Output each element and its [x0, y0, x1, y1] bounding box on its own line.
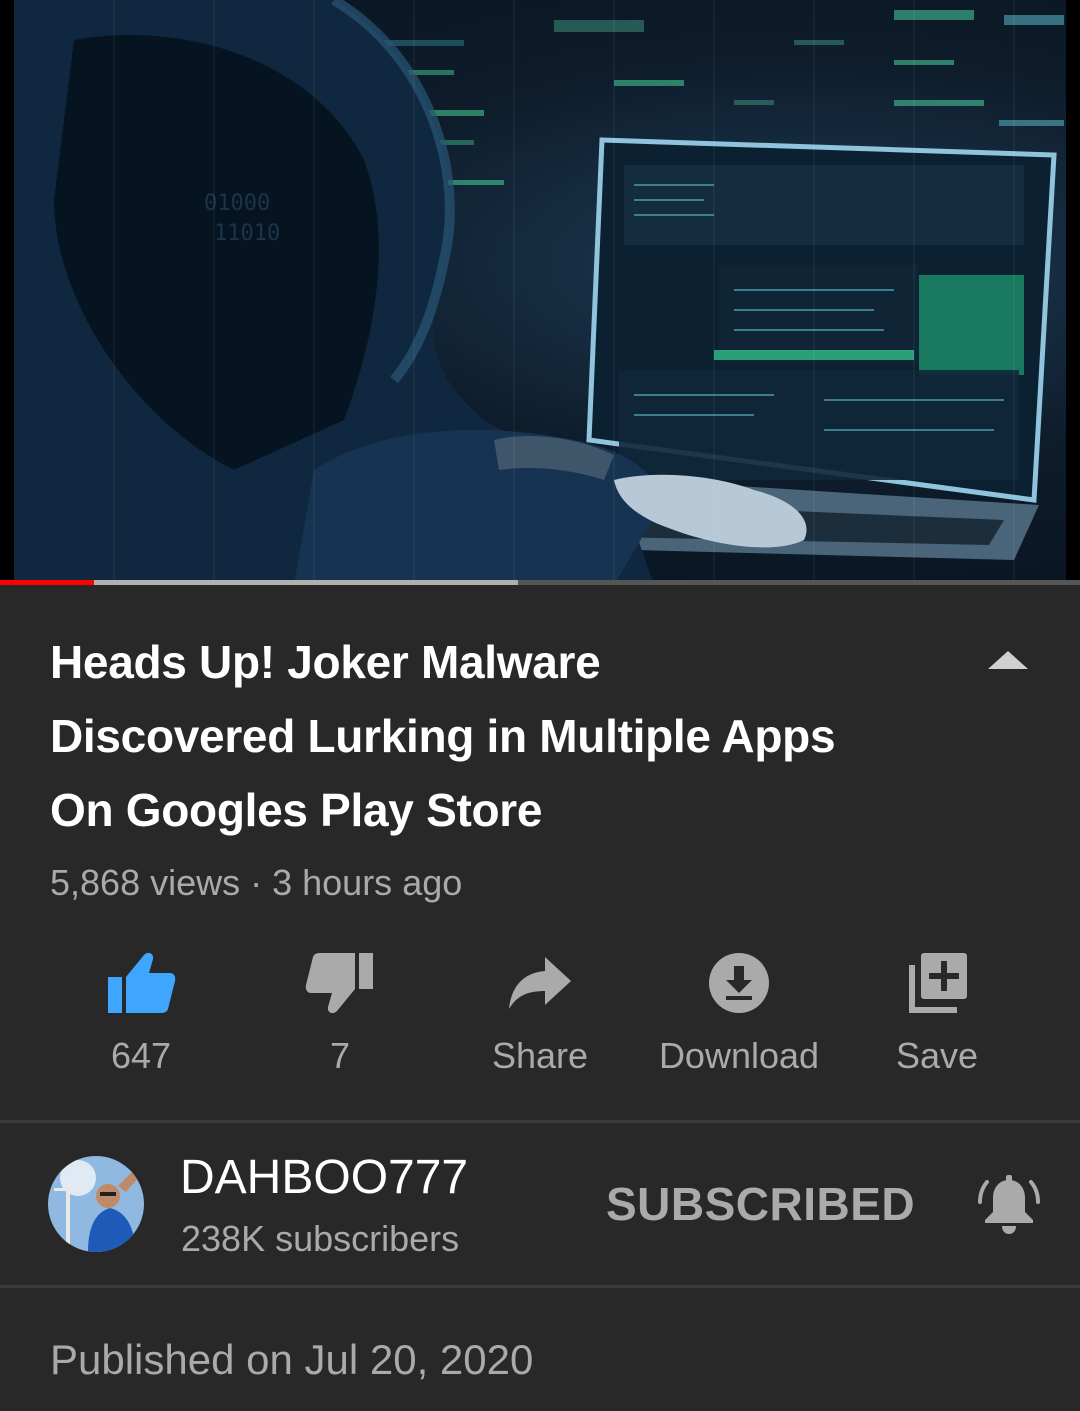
video-title-line: On Googles Play Store	[50, 784, 543, 836]
progress-played	[0, 580, 94, 585]
notification-bell-button[interactable]	[974, 1170, 1044, 1240]
upload-age: 3 hours ago	[272, 862, 463, 903]
video-title-line: Heads Up! Joker Malware	[50, 636, 601, 688]
action-bar: 647 7 Share Download Save	[0, 945, 1080, 1095]
avatar-image	[48, 1156, 144, 1252]
dislike-button[interactable]: 7	[240, 945, 440, 1095]
share-button[interactable]: Share	[440, 945, 640, 1095]
dislike-count: 7	[329, 1035, 351, 1076]
video-title-block[interactable]: Heads Up! Joker Malware Discovered Lurki…	[50, 625, 930, 847]
video-player[interactable]: 01000 11010	[0, 0, 1080, 585]
download-icon	[709, 953, 769, 1013]
notification-bell-icon	[978, 1175, 1040, 1234]
subscribed-button[interactable]: SUBSCRIBED	[606, 1177, 915, 1231]
section-divider	[0, 1120, 1080, 1123]
video-progress-bar[interactable]	[0, 580, 1080, 585]
channel-avatar[interactable]	[48, 1156, 144, 1252]
chevron-up-icon	[988, 651, 1028, 669]
meta-separator: ·	[240, 862, 273, 903]
download-button[interactable]: Download	[639, 945, 839, 1095]
svg-text:11010: 11010	[214, 221, 280, 246]
thumbs-up-icon	[108, 952, 176, 1013]
channel-name[interactable]: DAHBOO777	[180, 1150, 468, 1205]
add-to-playlist-icon	[909, 953, 967, 1013]
save-label: Save	[895, 1035, 979, 1076]
hooded-hacker-at-laptop-image: 01000 11010	[14, 0, 1064, 585]
collapse-description-button[interactable]	[984, 642, 1032, 678]
like-button[interactable]: 647	[41, 945, 241, 1095]
download-label: Download	[658, 1035, 820, 1076]
video-title[interactable]: Heads Up! Joker Malware Discovered Lurki…	[50, 625, 930, 847]
share-label: Share	[491, 1035, 589, 1076]
thumbs-down-icon	[305, 953, 373, 1014]
section-divider	[0, 1285, 1080, 1288]
publish-date: Published on Jul 20, 2020	[50, 1336, 534, 1383]
subscriber-count: 238K subscribers	[181, 1218, 460, 1259]
share-arrow-icon	[509, 957, 571, 1009]
view-count: 5,868 views	[50, 862, 241, 903]
like-count: 647	[110, 1035, 172, 1076]
save-button[interactable]: Save	[837, 945, 1037, 1095]
video-metadata: 5,868 views · 3 hours ago	[50, 862, 462, 904]
video-title-line: Discovered Lurking in Multiple Apps	[50, 710, 836, 762]
video-thumbnail-image[interactable]: 01000 11010	[14, 0, 1066, 585]
